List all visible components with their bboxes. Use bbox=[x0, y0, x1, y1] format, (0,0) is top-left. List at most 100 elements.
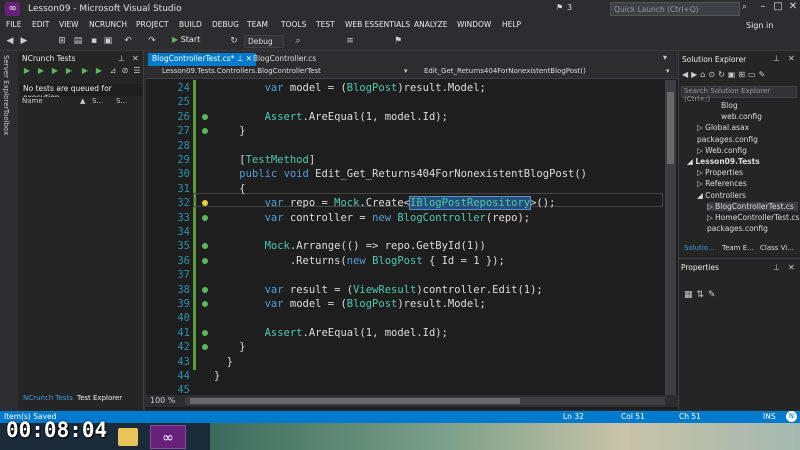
menu-web-essentials[interactable]: WEB ESSENTIALS bbox=[345, 20, 410, 29]
minimize-icon[interactable]: – bbox=[756, 1, 770, 17]
configuration-dropdown[interactable]: Debug bbox=[244, 35, 284, 48]
zoom-level[interactable]: 100 % bbox=[150, 396, 175, 405]
horizontal-scroll-thumb[interactable] bbox=[190, 398, 520, 404]
solution-tree-item[interactable]: ▷ HomeControllerTest.cs bbox=[707, 213, 799, 222]
column-name[interactable]: Name bbox=[22, 97, 43, 105]
run-selected-icon[interactable]: ▶ bbox=[50, 66, 60, 78]
class-dropdown[interactable]: Lesson09.Tests.Controllers.BlogControlle… bbox=[148, 67, 408, 78]
tab-ncrunch-tests[interactable]: NCrunch Tests bbox=[20, 393, 76, 403]
back-icon[interactable]: ◀ bbox=[4, 35, 16, 47]
code-line[interactable]: 37 bbox=[146, 269, 666, 283]
code-line[interactable]: 26 Assert.AreEqual(1, model.Id); bbox=[146, 111, 666, 125]
solution-tree-item[interactable]: ◢ Lesson09.Tests bbox=[687, 157, 760, 166]
code-line[interactable]: 25 bbox=[146, 96, 666, 110]
menu-view[interactable]: VIEW bbox=[59, 20, 79, 29]
code-view[interactable]: 24 var model = (BlogPost)result.Model; 25… bbox=[146, 80, 666, 394]
stop-icon[interactable]: ⊘ bbox=[120, 66, 130, 78]
run-impacted-icon[interactable]: ▶ bbox=[64, 66, 74, 78]
menu-team[interactable]: TEAM bbox=[247, 20, 268, 29]
panel-close-icon[interactable]: ✕ bbox=[788, 54, 795, 63]
code-line[interactable]: 31 { bbox=[146, 183, 666, 197]
menu-window[interactable]: WINDOW bbox=[457, 20, 491, 29]
panel-close-icon[interactable]: ✕ bbox=[788, 263, 795, 272]
close-icon[interactable]: ✕ bbox=[786, 1, 800, 17]
menu-test[interactable]: TEST bbox=[316, 20, 335, 29]
tab-pin-icon[interactable]: ⊥ bbox=[237, 54, 244, 63]
undo-icon[interactable]: ↶ bbox=[122, 35, 134, 47]
coverage-marker-icon[interactable] bbox=[202, 200, 208, 207]
menu-debug[interactable]: DEBUG bbox=[212, 20, 239, 29]
solution-tree-item[interactable]: ▷ BlogControllerTest.cs bbox=[707, 201, 798, 211]
pin-icon[interactable]: ⊥ bbox=[773, 54, 780, 63]
start-button[interactable]: ▶ Start bbox=[172, 35, 200, 44]
new-project-icon[interactable]: ⊞ bbox=[56, 35, 68, 47]
code-line[interactable]: 36 .Returns(new BlogPost { Id = 1 }); bbox=[146, 255, 666, 269]
code-line[interactable]: 40 bbox=[146, 312, 666, 326]
bookmark-icon[interactable]: ⚑ bbox=[392, 35, 404, 47]
code-line[interactable]: 24 var model = (BlogPost)result.Model; bbox=[146, 82, 666, 96]
solution-tree-item[interactable]: web.config bbox=[721, 112, 762, 121]
column-status[interactable]: S... bbox=[92, 97, 103, 105]
sort-icon[interactable]: ▲ bbox=[80, 97, 85, 105]
tab-blogcontroller[interactable]: BlogController.cs bbox=[249, 53, 320, 66]
solution-tree-item[interactable]: ◢ Controllers bbox=[697, 191, 746, 200]
run-icon[interactable]: ▶ bbox=[36, 66, 46, 78]
code-line[interactable]: 44} bbox=[146, 370, 666, 384]
code-line[interactable]: 35 Mock.Arrange(() => repo.GetById(1)) bbox=[146, 240, 666, 254]
code-line[interactable]: 34 bbox=[146, 226, 666, 240]
expand-arrow-icon[interactable]: ▷ bbox=[697, 146, 705, 155]
tab-overflow-icon[interactable]: ▾ bbox=[663, 53, 667, 62]
coverage-marker-icon[interactable] bbox=[202, 329, 208, 336]
settings-icon[interactable]: ☰ bbox=[132, 66, 142, 78]
code-line[interactable]: 45 bbox=[146, 384, 666, 394]
menu-analyze[interactable]: ANALYZE bbox=[414, 20, 448, 29]
expand-arrow-icon[interactable]: ▷ bbox=[707, 213, 715, 222]
tab-solution-explorer[interactable]: Solutio... bbox=[681, 243, 718, 253]
menu-help[interactable]: HELP bbox=[502, 20, 521, 29]
menu-ncrunch[interactable]: NCRUNCH bbox=[89, 20, 127, 29]
coverage-marker-icon[interactable] bbox=[202, 286, 208, 293]
maximize-icon[interactable]: □ bbox=[771, 1, 785, 17]
pin-icon[interactable]: ⊥ bbox=[118, 54, 125, 63]
solution-tree-item[interactable]: packages.config bbox=[697, 135, 758, 144]
quick-launch-input[interactable]: Quick Launch (Ctrl+Q) bbox=[610, 2, 740, 16]
find-icon[interactable]: ⌕ bbox=[292, 35, 304, 47]
solution-search-input[interactable]: Search Solution Explorer (Ctrl+;) bbox=[681, 86, 797, 103]
vertical-scroll-thumb[interactable] bbox=[667, 92, 674, 164]
tab-test-explorer[interactable]: Test Explorer bbox=[74, 393, 125, 403]
expand-arrow-icon[interactable]: ▷ bbox=[697, 123, 705, 132]
code-line[interactable]: 43 } bbox=[146, 356, 666, 370]
tab-toolbox[interactable]: Toolbox bbox=[2, 109, 10, 135]
visual-studio-taskbar-icon[interactable]: ∞ bbox=[150, 425, 186, 449]
notification-count[interactable]: 3 bbox=[567, 3, 572, 12]
comment-icon[interactable]: ≡ bbox=[344, 35, 356, 47]
coverage-marker-icon[interactable] bbox=[202, 214, 208, 221]
menu-project[interactable]: PROJECT bbox=[136, 20, 168, 29]
expand-arrow-icon[interactable]: ▷ bbox=[697, 168, 705, 177]
coverage-marker-icon[interactable] bbox=[202, 243, 208, 250]
code-line[interactable]: 29 [TestMethod] bbox=[146, 154, 666, 168]
code-line[interactable]: 42 } bbox=[146, 341, 666, 355]
coverage-marker-icon[interactable] bbox=[202, 257, 208, 264]
pin-icon[interactable]: ⊥ bbox=[773, 263, 780, 272]
code-line[interactable]: 30 public void Edit_Get_Returns404ForNon… bbox=[146, 168, 666, 182]
tab-server-explorer[interactable]: Server Explorer bbox=[2, 55, 10, 109]
coverage-marker-icon[interactable] bbox=[202, 301, 208, 307]
save-icon[interactable]: ▪ bbox=[88, 35, 100, 47]
save-all-icon[interactable]: ▣ bbox=[102, 35, 114, 47]
solution-tree-item[interactable]: ▷ Global.asax bbox=[697, 123, 749, 132]
coverage-marker-icon[interactable] bbox=[202, 128, 208, 135]
code-line[interactable]: 32 var repo = Mock.Create<IBlogPostRepos… bbox=[146, 196, 666, 211]
tab-blogcontrollertest[interactable]: BlogControllerTest.cs* ⊥ ✕ bbox=[148, 53, 257, 66]
menu-edit[interactable]: EDIT bbox=[32, 20, 49, 29]
code-line[interactable]: 41 Assert.AreEqual(1, model.Id); bbox=[146, 327, 666, 341]
code-line[interactable]: 39 var model = (BlogPost)result.Model; bbox=[146, 298, 666, 312]
refresh-icon[interactable]: ↻ bbox=[228, 35, 240, 47]
expand-arrow-icon[interactable]: ▷ bbox=[697, 179, 705, 188]
panel-close-icon[interactable]: ✕ bbox=[132, 54, 139, 63]
open-file-icon[interactable]: ▤ bbox=[72, 35, 84, 47]
column-s[interactable]: S... bbox=[116, 97, 127, 105]
filter-icon[interactable]: ⊿ bbox=[108, 66, 118, 78]
solution-tree-item[interactable]: Blog bbox=[721, 101, 738, 110]
solution-toolbar-icons[interactable]: ◀▶⌂⊙↻▣⊞▭✎ bbox=[682, 70, 768, 79]
